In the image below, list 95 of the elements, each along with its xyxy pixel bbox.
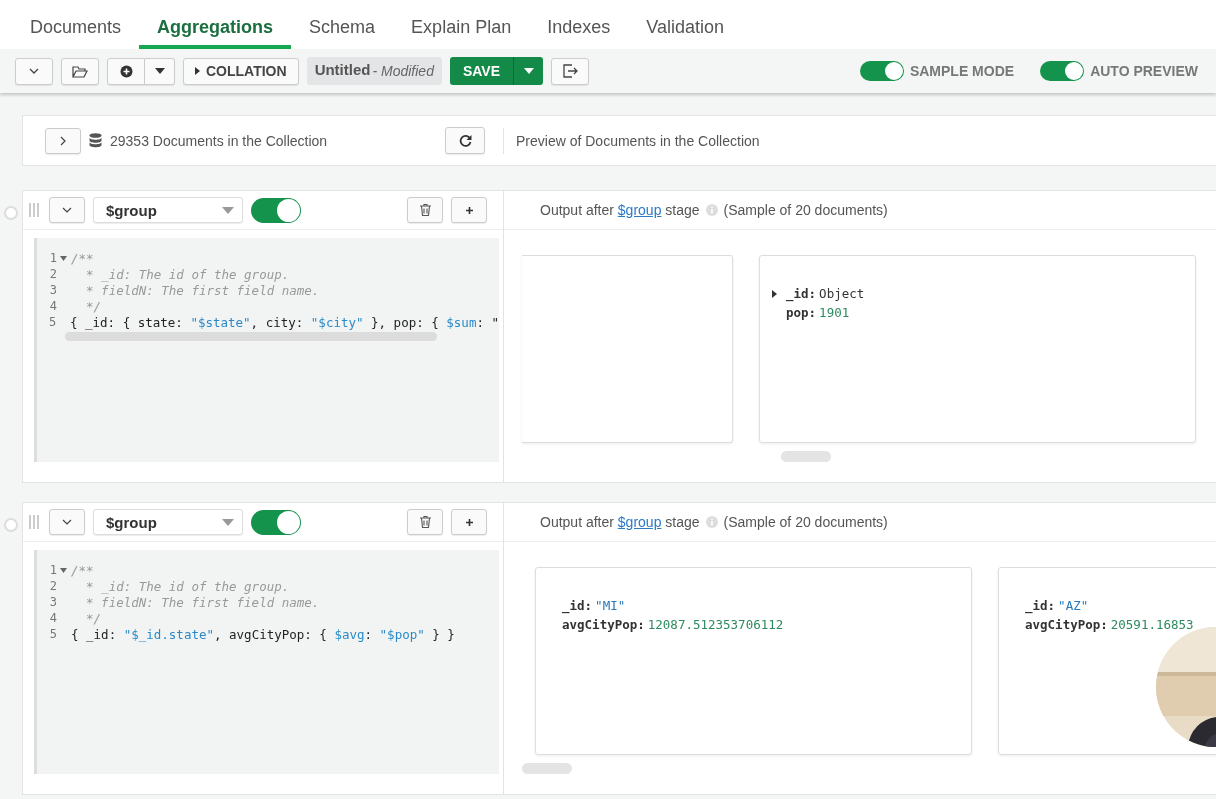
pipeline-name: Untitled — [314, 61, 371, 78]
tab[interactable]: Documents — [12, 0, 140, 49]
line-number: 3 — [48, 283, 57, 297]
tab[interactable]: Validation — [628, 0, 742, 49]
collation-button[interactable]: COLLATION — [183, 57, 299, 85]
document-count: 29353 Documents in the Collection — [110, 132, 328, 149]
line-number: 2 — [48, 267, 57, 281]
open-folder-button[interactable] — [61, 57, 99, 85]
line-number: 2 — [48, 579, 57, 593]
code-line: { _id: { state: "$state", city: "$city" }, pop: { $sum: " — [69, 314, 499, 330]
delete-button[interactable] — [407, 509, 443, 535]
save-options-button[interactable] — [513, 57, 543, 85]
code-line: */ — [85, 610, 102, 626]
code-line: /** — [71, 250, 94, 266]
delete-button[interactable] — [407, 197, 443, 223]
stage-toggle[interactable] — [251, 509, 301, 535]
drag-handle-icon[interactable] — [29, 203, 39, 217]
expand-arrow-icon[interactable] — [772, 289, 777, 298]
caret-icon — [154, 68, 165, 74]
output-caption: Output after $group stage — [540, 202, 700, 218]
code-line: * fieldN: The first field name. — [85, 282, 320, 298]
refresh-icon — [458, 134, 472, 147]
stage-link[interactable]: $group — [617, 202, 662, 218]
toggle-label: SAMPLE MODE — [909, 63, 1015, 79]
field-key: avgCityPop: — [562, 617, 645, 632]
code-line: /** — [71, 562, 94, 578]
line-number: 1 — [48, 251, 57, 265]
export-button[interactable] — [551, 57, 589, 85]
field-value: 12087.512353706112 — [647, 617, 784, 632]
scrollbar-thumb[interactable] — [781, 451, 831, 462]
field-value: Object — [819, 286, 865, 301]
stage-operator-select[interactable]: $group — [93, 197, 243, 223]
pipeline-status: - Modified — [372, 63, 434, 79]
field-value: 20591.16853 — [1110, 617, 1194, 632]
code-line: { _id: "$_id.state", avgCityPop: { $avg: "$pop" } } — [71, 626, 455, 642]
chevron-right-icon — [60, 135, 66, 146]
line-number: 5 — [48, 627, 57, 641]
export-icon — [562, 64, 578, 78]
fold-arrow-icon[interactable] — [60, 567, 67, 573]
plus-circle-icon — [119, 64, 133, 78]
stage-link[interactable]: $group — [617, 514, 662, 530]
caret-icon — [523, 68, 534, 74]
field-key: _id: — [562, 598, 593, 613]
line-number: 4 — [48, 611, 57, 625]
line-number: 1 — [48, 563, 57, 577]
caret-icon — [195, 67, 200, 75]
chevron-down-icon — [62, 519, 72, 525]
tab[interactable]: Explain Plan — [393, 0, 530, 49]
field-value: "AZ" — [1058, 598, 1089, 613]
code-line: * _id: The id of the group. — [85, 266, 290, 282]
database-icon — [89, 133, 102, 148]
sample-note: (Sample of 20 documents) — [723, 202, 888, 218]
toggle-switch[interactable] — [1040, 61, 1085, 81]
field-key: avgCityPop: — [1025, 617, 1108, 632]
code-editor[interactable]: 1 /** 2 * _id: The id of the group. 3 * fieldN: The first field name. 4 */ 5 { _id: "$_id.state", avgCityPop: { $avg: "$pop" } } — [34, 550, 499, 774]
toggle-switch[interactable] — [859, 61, 904, 81]
caret-button[interactable] — [145, 57, 175, 85]
field-key: _id: — [786, 286, 817, 301]
collapse-button[interactable] — [15, 57, 53, 85]
code-line: * _id: The id of the group. — [85, 578, 290, 594]
drag-handle-icon[interactable] — [29, 515, 39, 529]
folder-icon — [72, 64, 88, 78]
tab[interactable]: Indexes — [529, 0, 629, 49]
caret-icon — [222, 206, 234, 214]
stage-operator-select[interactable]: $group — [93, 509, 243, 535]
plus-icon — [464, 205, 474, 215]
field-key: _id: — [1025, 598, 1056, 613]
scrollbar-thumb[interactable] — [522, 763, 572, 774]
output-caption: Output after $group stage — [540, 514, 700, 530]
line-number: 4 — [48, 299, 57, 313]
plus-icon — [464, 517, 474, 527]
chevron-down-icon — [62, 207, 72, 213]
caret-icon — [222, 518, 234, 526]
line-number: 5 — [48, 315, 57, 329]
sample-note: (Sample of 20 documents) — [723, 514, 888, 530]
code-line: */ — [85, 298, 102, 314]
field-value: 1901 — [819, 305, 850, 320]
trash-icon — [419, 516, 431, 528]
stage-node — [4, 206, 18, 220]
code-line: * fieldN: The first field name. — [85, 594, 320, 610]
field-value: "MI" — [595, 598, 626, 613]
trash-icon — [419, 204, 431, 216]
refresh-button[interactable] — [445, 127, 485, 154]
stage-node — [4, 518, 18, 532]
code-editor[interactable]: 1 /** 2 * _id: The id of the group. 3 * fieldN: The first field name. 4 */ 5 { _id: { state: "$state", city: "$city" }, pop: { $sum: " — [34, 238, 499, 462]
stage-toggle[interactable] — [251, 197, 301, 223]
save-button[interactable]: SAVE — [449, 57, 513, 85]
preview-title: Preview of Documents in the Collection — [515, 132, 760, 149]
tab[interactable]: Schema — [291, 0, 394, 49]
add-button[interactable] — [107, 57, 145, 85]
toggle-label: AUTO PREVIEW — [1090, 63, 1198, 79]
line-number: 3 — [48, 595, 57, 609]
field-key: pop: — [786, 305, 817, 320]
chevron-down-icon — [29, 68, 39, 74]
fold-arrow-icon[interactable] — [60, 255, 67, 261]
